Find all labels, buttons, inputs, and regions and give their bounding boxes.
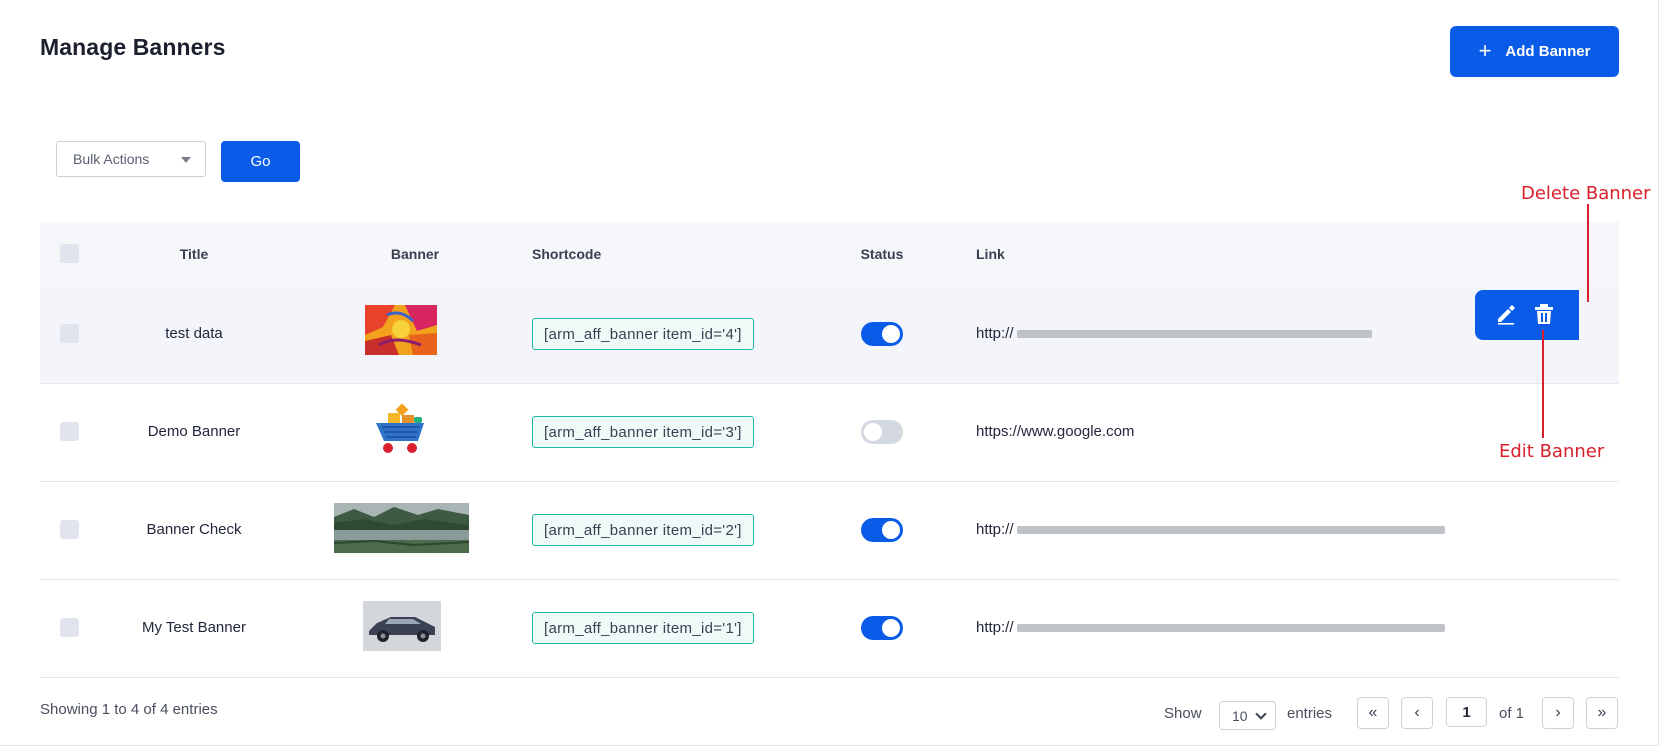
toggle-knob: [864, 423, 882, 441]
annotation-delete-banner: Delete Banner: [1521, 183, 1651, 204]
row-title: Demo Banner: [147, 423, 241, 440]
row-checkbox[interactable]: [60, 520, 79, 539]
entries-label: entries: [1287, 705, 1333, 722]
table-row[interactable]: Demo Banner [arm_aff_banner item_id='3']…: [40, 384, 1619, 482]
select-all-checkbox[interactable]: [60, 244, 79, 263]
status-toggle[interactable]: [861, 420, 903, 444]
link-prefix: http://: [976, 325, 1014, 342]
bulk-actions-select[interactable]: Bulk Actions: [56, 141, 206, 177]
shortcode-chip[interactable]: [arm_aff_banner item_id='2']: [532, 514, 754, 546]
table-row[interactable]: Banner Check [arm_aff_banner item_id='2'…: [40, 482, 1619, 580]
page-size-select[interactable]: 10: [1219, 701, 1276, 730]
redacted-url: [1016, 526, 1445, 535]
pencil-icon[interactable]: [1495, 303, 1517, 325]
add-banner-label: Add Banner: [1505, 43, 1591, 60]
table-row[interactable]: test data [arm_aff_banner item_id='4'] h…: [40, 286, 1619, 384]
show-label: Show: [1164, 705, 1202, 722]
banner-link[interactable]: https://www.google.com: [976, 423, 1134, 440]
page-title: Manage Banners: [40, 34, 226, 60]
header-status: Status: [860, 246, 904, 262]
header-link: Link: [976, 246, 1005, 262]
header-title: Title: [179, 246, 209, 262]
bulk-actions-label: Bulk Actions: [73, 151, 150, 167]
redacted-url: [1016, 330, 1372, 339]
shortcode-chip[interactable]: [arm_aff_banner item_id='1']: [532, 612, 754, 644]
banner-thumbnail: [374, 403, 428, 455]
prev-page-button[interactable]: ‹: [1401, 697, 1433, 729]
current-page-input[interactable]: 1: [1446, 697, 1487, 727]
header-shortcode: Shortcode: [532, 246, 602, 262]
row-checkbox[interactable]: [60, 618, 79, 637]
banner-link[interactable]: http://: [976, 521, 1445, 538]
banner-thumbnail: [363, 601, 441, 651]
shortcode-chip[interactable]: [arm_aff_banner item_id='3']: [532, 416, 754, 448]
next-page-button[interactable]: ›: [1542, 697, 1574, 729]
annotation-edit-banner: Edit Banner: [1499, 441, 1605, 462]
chevron-down-icon: [1255, 708, 1267, 720]
row-title: Banner Check: [146, 521, 242, 538]
table-row[interactable]: My Test Banner [arm_aff_banner item_id='…: [40, 580, 1619, 678]
status-toggle[interactable]: [861, 322, 903, 346]
page-size-value: 10: [1232, 707, 1248, 724]
table-header: Title Banner Shortcode Status Link: [40, 222, 1619, 286]
trash-icon[interactable]: [1533, 303, 1555, 325]
last-page-button[interactable]: »: [1586, 697, 1618, 729]
link-prefix: http://: [976, 521, 1014, 538]
banner-link[interactable]: http://: [976, 619, 1445, 636]
banner-thumbnail: [333, 503, 470, 553]
caret-down-icon: [181, 157, 191, 163]
status-toggle[interactable]: [861, 616, 903, 640]
add-banner-button[interactable]: + Add Banner: [1450, 26, 1619, 77]
banner-link[interactable]: http://: [976, 325, 1372, 342]
redacted-url: [1016, 624, 1445, 633]
annotation-delete-line: [1587, 204, 1589, 302]
status-toggle[interactable]: [861, 518, 903, 542]
of-pages-label: of 1: [1499, 705, 1525, 722]
toggle-knob: [882, 521, 900, 539]
row-title: test data: [165, 325, 223, 342]
row-actions-panel: [1475, 290, 1579, 340]
link-prefix: http://: [976, 619, 1014, 636]
first-page-button[interactable]: «: [1357, 697, 1389, 729]
row-title: My Test Banner: [142, 619, 246, 636]
row-checkbox[interactable]: [60, 324, 79, 343]
go-button[interactable]: Go: [221, 141, 300, 182]
toggle-knob: [882, 325, 900, 343]
shortcode-chip[interactable]: [arm_aff_banner item_id='4']: [532, 318, 754, 350]
annotation-edit-line: [1542, 330, 1544, 438]
plus-icon: +: [1478, 37, 1492, 63]
toggle-knob: [882, 619, 900, 637]
header-banner: Banner: [390, 246, 440, 262]
banner-thumbnail: [365, 305, 437, 355]
entries-info: Showing 1 to 4 of 4 entries: [40, 701, 218, 718]
row-checkbox[interactable]: [60, 422, 79, 441]
